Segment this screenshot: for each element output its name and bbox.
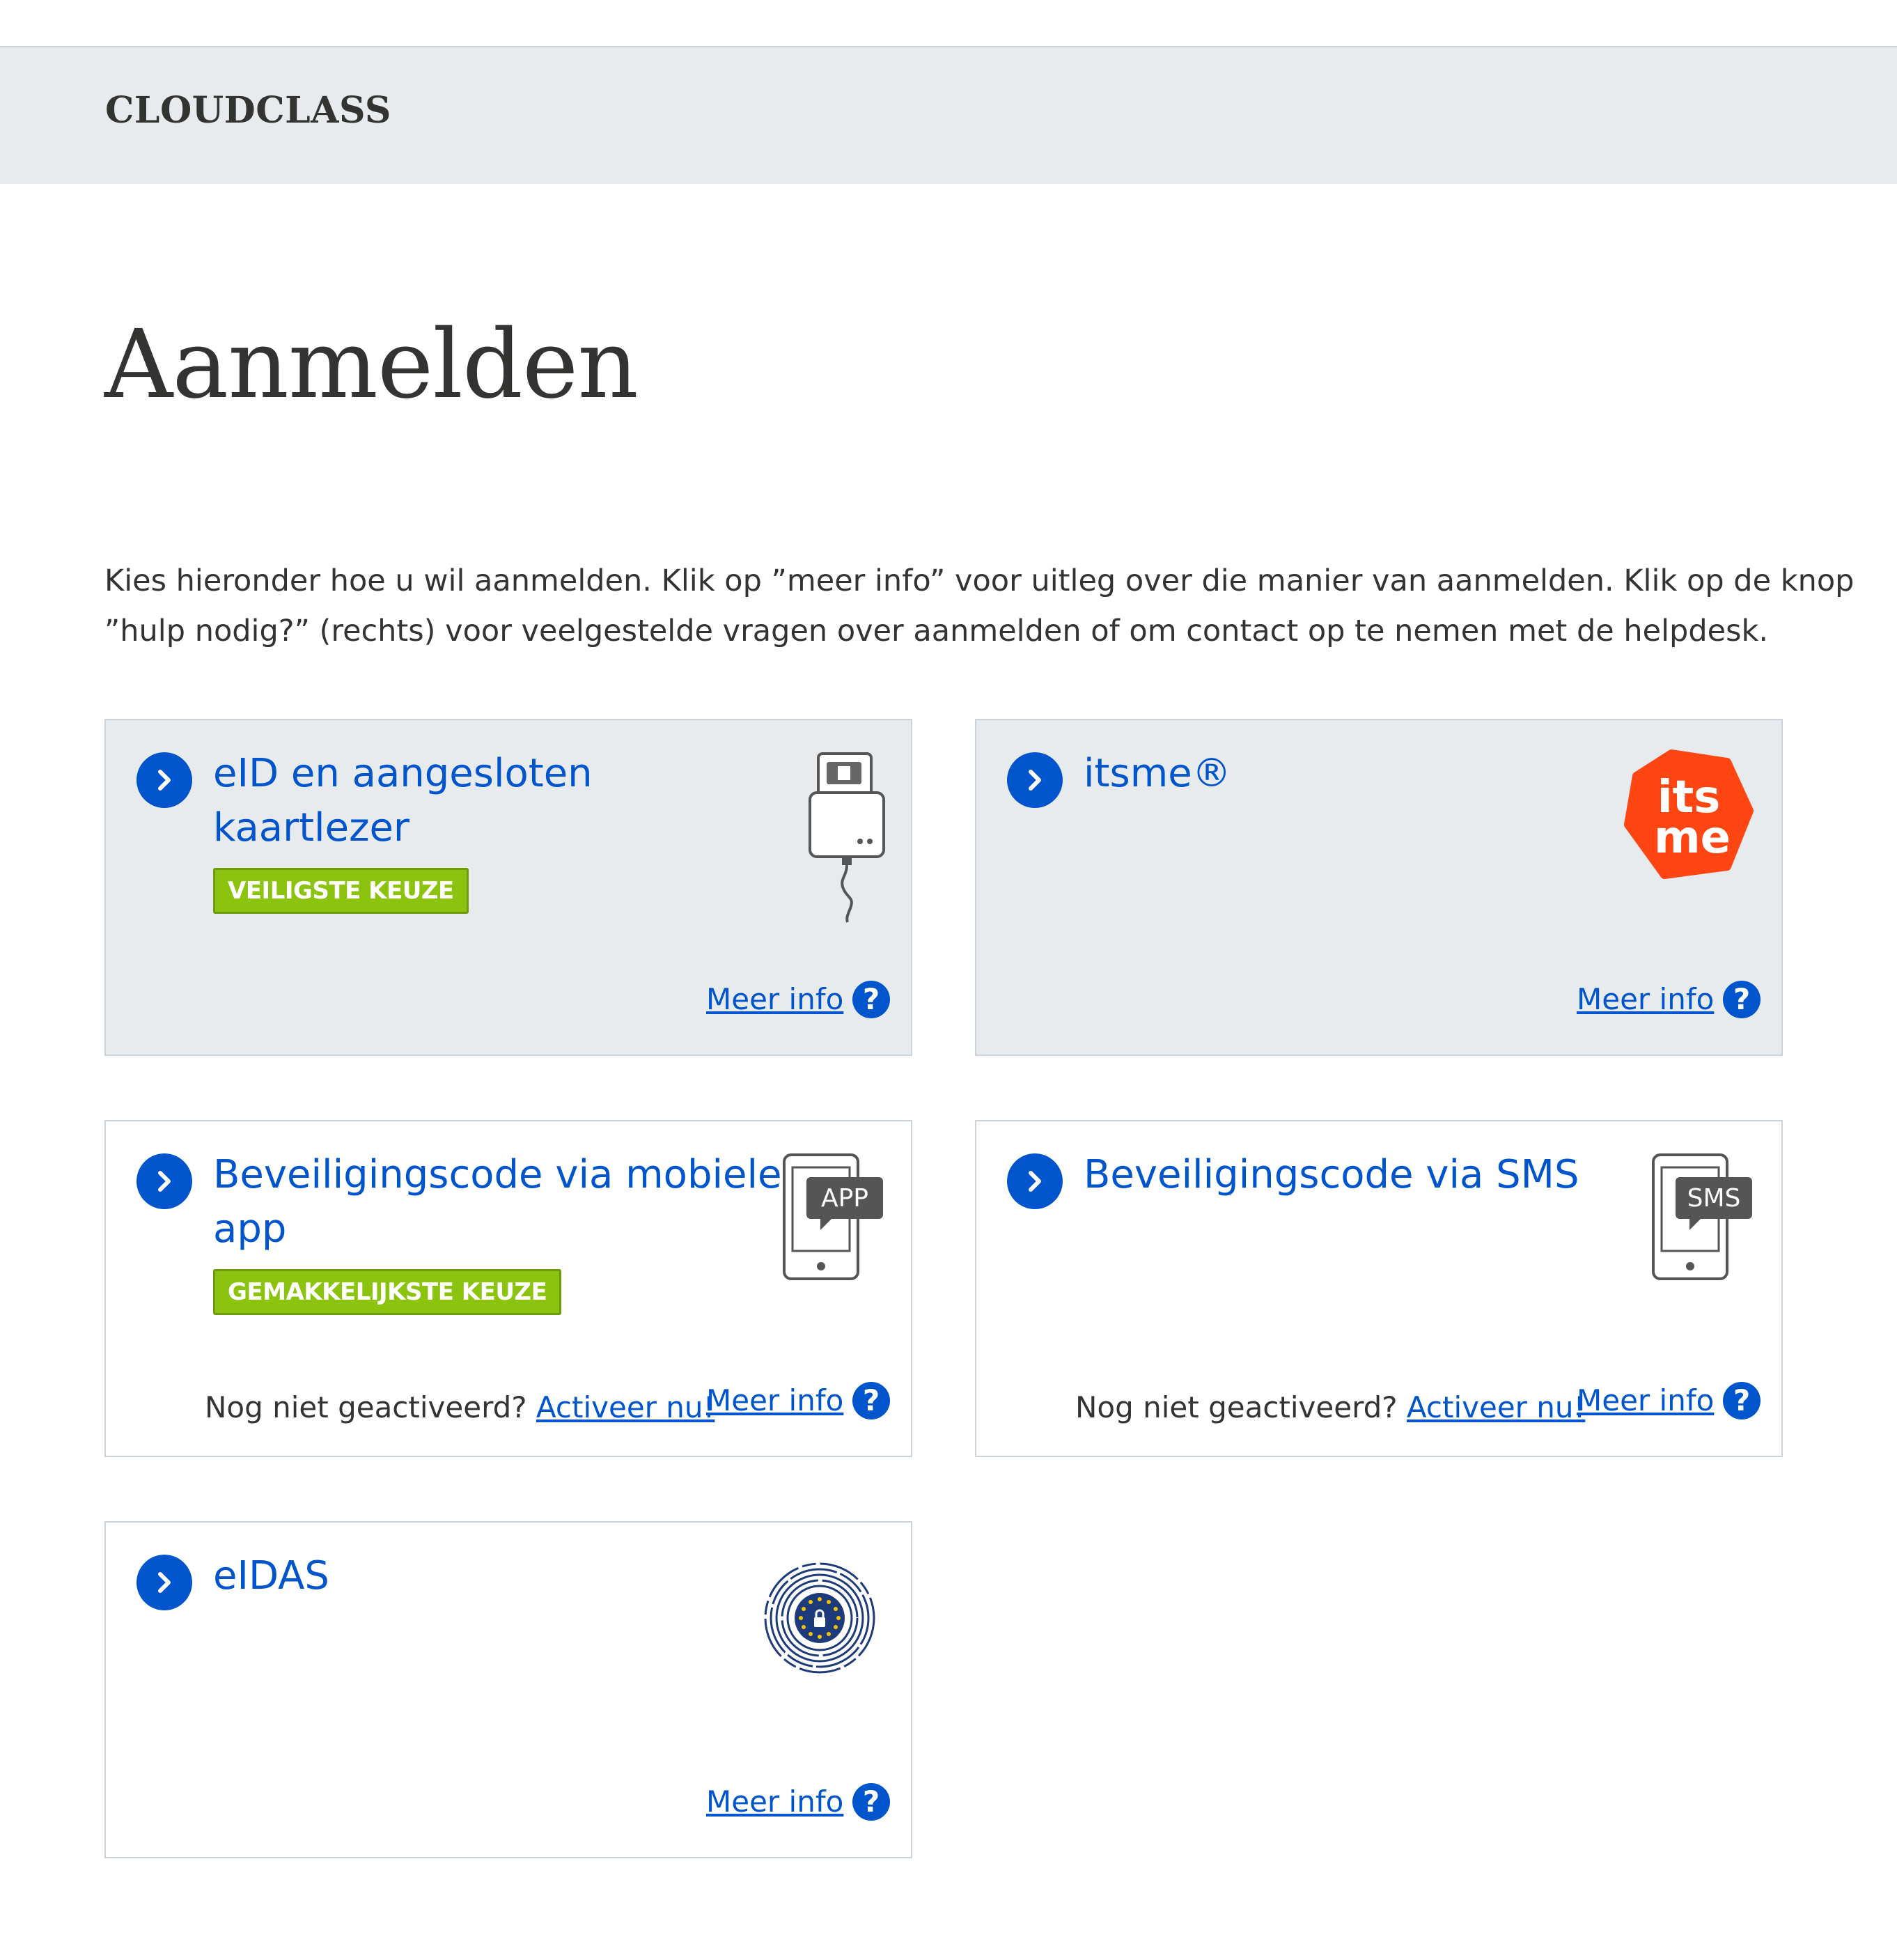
option-title-eidas[interactable]: eIDAS [213, 1549, 329, 1603]
itsme-logo-text-me: me [1654, 812, 1731, 864]
page-title: Aanmelden [104, 310, 639, 420]
option-title-itsme[interactable]: itsme® [1084, 747, 1231, 801]
phone-app-icon: APP [783, 1153, 883, 1280]
badge-safest-choice: VEILIGSTE KEUZE [213, 868, 469, 914]
option-title-mobile-app[interactable]: Beveiligingscode via mobiele app [213, 1148, 782, 1257]
option-card-sms[interactable]: Beveiligingscode via SMS SMS Nog niet ge… [975, 1120, 1783, 1457]
option-card-eid[interactable]: eID en aangesloten kaartlezer VEILIGSTE … [104, 719, 912, 1056]
itsme-logo: its me [1624, 749, 1754, 879]
option-title-sms[interactable]: Beveiligingscode via SMS [1084, 1148, 1579, 1202]
activate-prompt: Nog niet geactiveerd? Activeer nu! [1075, 1390, 1586, 1424]
card-reader-icon [809, 752, 885, 923]
help-icon[interactable]: ? [852, 1382, 890, 1420]
help-icon[interactable]: ? [1723, 1382, 1761, 1420]
option-card-mobile-app[interactable]: Beveiligingscode via mobiele app GEMAKKE… [104, 1120, 912, 1457]
activate-now-link[interactable]: Activeer nu! [1407, 1390, 1585, 1424]
meer-info-link-eidas[interactable]: Meer info [706, 1784, 843, 1819]
chevron-right-icon[interactable] [136, 752, 192, 808]
activate-prompt: Nog niet geactiveerd? Activeer nu! [205, 1390, 715, 1424]
chevron-right-icon[interactable] [1007, 752, 1063, 808]
meer-info-link-sms[interactable]: Meer info [1577, 1383, 1714, 1417]
brand-logo[interactable]: CLOUDCLASS [105, 89, 391, 132]
chevron-right-icon[interactable] [1007, 1153, 1063, 1209]
help-icon[interactable]: ? [852, 1783, 890, 1821]
badge-easiest-choice: GEMAKKELIJKSTE KEUZE [213, 1269, 562, 1315]
intro-line-1: Kies hieronder hoe u wil aanmelden. Klik… [104, 563, 1855, 598]
intro-text: Kies hieronder hoe u wil aanmelden. Klik… [104, 556, 1855, 656]
eidas-seal-icon [764, 1562, 875, 1674]
option-card-eidas[interactable]: eIDAS Meer info ? [104, 1521, 912, 1858]
meer-info-link-itsme[interactable]: Meer info [1577, 982, 1714, 1016]
option-title-eid[interactable]: eID en aangesloten kaartlezer [213, 747, 593, 855]
chevron-right-icon[interactable] [136, 1153, 192, 1209]
meer-info-link-mobile-app[interactable]: Meer info [706, 1383, 843, 1417]
phone-sms-icon: SMS [1652, 1153, 1752, 1280]
meer-info-link-eid[interactable]: Meer info [706, 982, 843, 1016]
phone-app-icon-label: APP [821, 1184, 868, 1213]
option-card-itsme[interactable]: itsme® its me Meer info ? [975, 719, 1783, 1056]
help-icon[interactable]: ? [852, 981, 890, 1018]
phone-sms-icon-label: SMS [1687, 1184, 1741, 1213]
chevron-right-icon[interactable] [136, 1555, 192, 1610]
activate-now-link[interactable]: Activeer nu! [536, 1390, 715, 1424]
help-icon[interactable]: ? [1723, 981, 1761, 1018]
intro-line-2: ”hulp nodig?” (rechts) voor veelgestelde… [104, 614, 1769, 648]
